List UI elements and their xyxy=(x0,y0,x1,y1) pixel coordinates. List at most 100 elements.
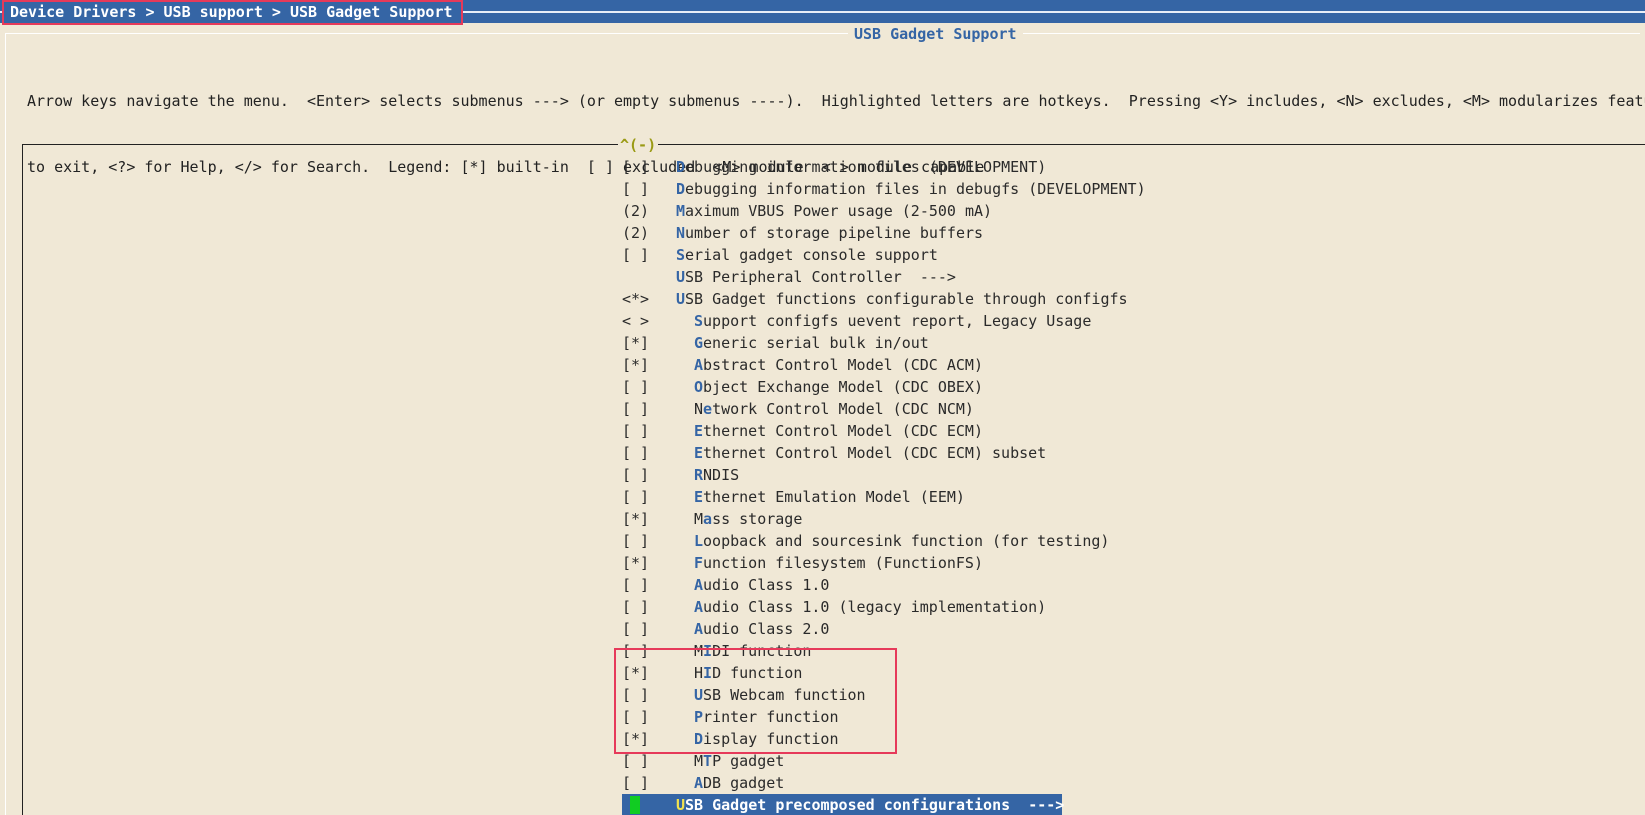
menu-item-serial-gadget-console[interactable]: [ ] Serial gadget console support xyxy=(622,244,1062,266)
menu-item-label-rest: upport configfs uevent report, Legacy Us… xyxy=(703,312,1092,330)
menu-item-cdc-obex[interactable]: [ ] Object Exchange Model (CDC OBEX) xyxy=(622,376,1062,398)
menu-item-state: (2) xyxy=(622,224,650,242)
menu-item-label-prefix: M xyxy=(694,752,704,770)
menu-item-label-rest: thernet Control Model (CDC ECM) subset xyxy=(703,444,1047,462)
menu-item-state: <*> xyxy=(622,290,650,308)
menu-item-usb-webcam-function[interactable]: [ ] USB Webcam function xyxy=(622,684,1062,706)
menu-item-cdc-ecm-subset[interactable]: [ ] Ethernet Control Model (CDC ECM) subs… xyxy=(622,442,1062,464)
menu-item-state: [*] xyxy=(622,356,650,374)
menu-item-debugging-info-debugfs[interactable]: [ ] Debugging information files in debugf… xyxy=(622,178,1146,200)
menu-item-midi-function[interactable]: [ ] MIDI function xyxy=(622,640,1062,662)
menu-item-mass-storage[interactable]: [*] Mass storage xyxy=(622,508,1062,530)
menu-item-generic-serial-bulk[interactable]: [*] Generic serial bulk in/out xyxy=(622,332,1062,354)
help-line: Arrow keys navigate the menu. <Enter> se… xyxy=(27,92,1645,110)
menu-item-label-rest: P gadget xyxy=(712,752,785,770)
menu-item-audio-class-1[interactable]: [ ] Audio Class 1.0 xyxy=(622,574,1062,596)
menu-item-usb-gadget-configfs[interactable]: <*> USB Gadget functions configurable thr… xyxy=(622,288,1128,310)
menu-item-hotkey: U xyxy=(694,686,704,704)
menu-item-label: Ethernet Control Model (CDC ECM) subset xyxy=(694,442,1046,464)
menu-item-state: [ ] xyxy=(622,158,650,176)
menu-item-label: Loopback and sourcesink function (for te… xyxy=(694,530,1109,552)
menu-item-label: Object Exchange Model (CDC OBEX) xyxy=(694,376,983,398)
menu-item-label-rest: bject Exchange Model (CDC OBEX) xyxy=(703,378,983,396)
menu-item-label-prefix: H xyxy=(694,664,704,682)
menu-item-label: HID function xyxy=(694,662,802,684)
menu-item-label-rest: umber of storage pipeline buffers xyxy=(685,224,984,242)
dialog-border-left xyxy=(5,33,6,815)
menu-item-label-rest: SB Gadget precomposed configurations ---… xyxy=(685,796,1065,814)
menu-item-state: [ ] xyxy=(622,752,650,770)
menu-item-label: Audio Class 2.0 xyxy=(694,618,829,640)
menu-item-cdc-acm[interactable]: [*] Abstract Control Model (CDC ACM) xyxy=(622,354,1062,376)
menu-item-label-rest: D function xyxy=(712,664,803,682)
menu-item-hotkey: I xyxy=(703,642,713,660)
menu-item-state: [ ] xyxy=(622,422,650,440)
menu-item-state: < > xyxy=(622,312,650,330)
menu-item-audio-class-2[interactable]: [ ] Audio Class 2.0 xyxy=(622,618,1062,640)
menu-item-cdc-ecm[interactable]: [ ] Ethernet Control Model (CDC ECM) xyxy=(622,420,1062,442)
menu-item-label: Maximum VBUS Power usage (2-500 mA) xyxy=(676,200,992,222)
menu-item-hotkey: A xyxy=(694,598,704,616)
menu-item-label-rest: SB Gadget functions configurable through… xyxy=(685,290,1128,308)
menu-item-cdc-ncm[interactable]: [ ] Network Control Model (CDC NCM) xyxy=(622,398,1062,420)
menu-item-label-rest: twork Control Model (CDC NCM) xyxy=(712,400,974,418)
menu-item-hotkey: F xyxy=(694,554,704,572)
menu-item-label: Number of storage pipeline buffers xyxy=(676,222,983,244)
menu-item-label-rest: oopback and sourcesink function (for tes… xyxy=(703,532,1110,550)
menu-item-label: Mass storage xyxy=(694,508,802,530)
menu-item-hotkey: T xyxy=(703,752,713,770)
menu-item-hotkey: I xyxy=(703,664,713,682)
menu-item-state: [ ] xyxy=(622,774,650,792)
menu-item-max-vbus-power[interactable]: (2) Maximum VBUS Power usage (2-500 mA) xyxy=(622,200,1062,222)
menu-item-loopback-sourcesink[interactable]: [ ] Loopback and sourcesink function (for… xyxy=(622,530,1109,552)
menu-item-label: Printer function xyxy=(694,706,839,728)
breadcrumb: Device Drivers > USB support > USB Gadge… xyxy=(2,0,463,25)
menu-item-state: [ ] xyxy=(622,620,650,638)
menu-item-label: Debugging information files (DEVELOPMENT… xyxy=(676,156,1046,178)
menu-item-label-rest: DI function xyxy=(712,642,812,660)
menu-item-hotkey: E xyxy=(694,488,704,506)
menu-item-audio-class-1-legacy[interactable]: [ ] Audio Class 1.0 (legacy implementatio… xyxy=(622,596,1062,618)
menu-item-configfs-uevent-report[interactable]: < > Support configfs uevent report, Legac… xyxy=(622,310,1091,332)
menu-item-printer-function[interactable]: [ ] Printer function xyxy=(622,706,1062,728)
menu-item-state: [ ] xyxy=(622,598,650,616)
menu-item-label: Ethernet Control Model (CDC ECM) xyxy=(694,420,983,442)
scroll-up-indicator: ^(-) xyxy=(618,134,659,156)
menu-item-debugging-info-files[interactable]: [ ] Debugging information files (DEVELOPM… xyxy=(622,156,1062,178)
menu-item-label: Serial gadget console support xyxy=(676,244,938,266)
menu-item-label-rest: ebugging information files in debugfs (D… xyxy=(685,180,1146,198)
menu-item-label-rest: thernet Emulation Model (EEM) xyxy=(703,488,965,506)
menu-item-hotkey: P xyxy=(694,708,704,726)
menu-item-hotkey: G xyxy=(694,334,704,352)
menu-item-usb-peripheral-controller[interactable]: USB Peripheral Controller ---> xyxy=(622,266,1062,288)
menu-item-state: [ ] xyxy=(622,246,650,264)
menuconfig-screen: Device Drivers > USB support > USB Gadge… xyxy=(0,0,1645,815)
menu-item-state: [*] xyxy=(622,730,650,748)
menu-item-hotkey: A xyxy=(694,356,704,374)
menu-item-hotkey: E xyxy=(694,422,704,440)
menu-item-label-rest: unction filesystem (FunctionFS) xyxy=(703,554,983,572)
menu-item-label-rest: SB Peripheral Controller ---> xyxy=(685,268,956,286)
menu-item-adb-gadget[interactable]: [ ] ADB gadget xyxy=(622,772,1062,794)
menu-item-hotkey: N xyxy=(676,224,686,242)
menu-item-hid-function[interactable]: [*] HID function xyxy=(622,662,1062,684)
menu-item-rndis[interactable]: [ ] RNDIS xyxy=(622,464,1062,486)
menu-item-mtp-gadget[interactable]: [ ] MTP gadget xyxy=(622,750,1062,772)
menu-item-hotkey: S xyxy=(694,312,704,330)
menu-item-hotkey: D xyxy=(676,180,686,198)
menu-item-storage-pipeline-buffers[interactable]: (2) Number of storage pipeline buffers xyxy=(622,222,1062,244)
menu-item-label-rest: udio Class 1.0 (legacy implementation) xyxy=(703,598,1047,616)
menu-item-state: [ ] xyxy=(622,708,650,726)
menu-item-usb-gadget-precomposed[interactable]: USB Gadget precomposed configurations --… xyxy=(622,794,1064,815)
menu-item-hotkey: U xyxy=(676,268,686,286)
menu-item-hotkey: R xyxy=(694,466,704,484)
menu-item-label-rest: eneric serial bulk in/out xyxy=(703,334,929,352)
menu-item-eem[interactable]: [ ] Ethernet Emulation Model (EEM) xyxy=(622,486,1062,508)
menu-item-state: [ ] xyxy=(622,444,650,462)
menu-item-label: Debugging information files in debugfs (… xyxy=(676,178,1146,200)
menu-item-display-function[interactable]: [*] Display function xyxy=(622,728,1062,750)
menu-item-function-filesystem[interactable]: [*] Function filesystem (FunctionFS) xyxy=(622,552,1062,574)
menu-item-label: Generic serial bulk in/out xyxy=(694,332,929,354)
menu-item-label: USB Gadget precomposed configurations --… xyxy=(676,794,1064,815)
menu-item-state: [ ] xyxy=(622,180,650,198)
